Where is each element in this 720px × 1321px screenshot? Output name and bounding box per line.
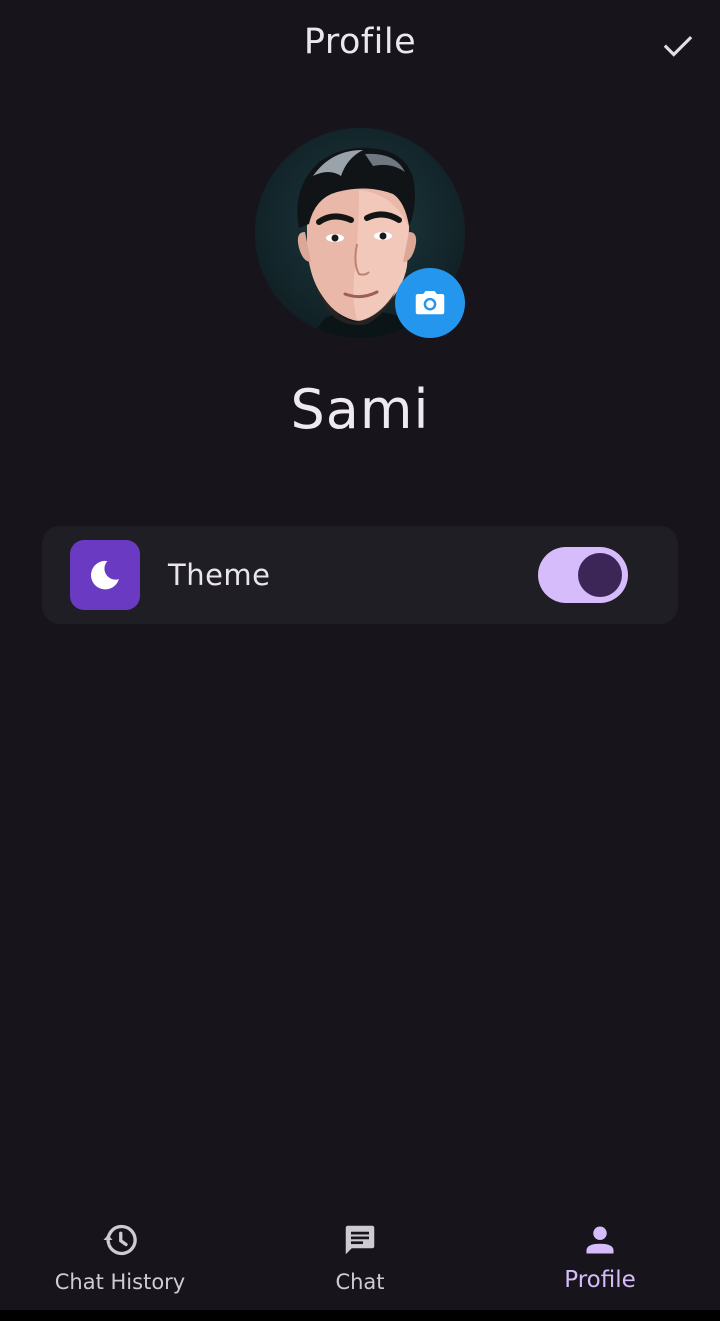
page-title: Profile	[303, 22, 417, 62]
app-bar: Profile	[0, 0, 720, 92]
nav-label-chat-history: Chat History	[54, 1270, 186, 1294]
chat-icon	[345, 1225, 375, 1255]
camera-icon	[415, 291, 445, 315]
moon-icon	[90, 560, 119, 590]
theme-label: Theme	[168, 558, 271, 592]
nav-label-profile: Profile	[564, 1267, 636, 1293]
profile-screen: Profile Sami Theme Chat History Chat Pro…	[0, 0, 720, 1321]
theme-setting-row[interactable]: Theme	[42, 526, 678, 624]
bottom-navigation: Chat History Chat Profile	[0, 1206, 720, 1310]
system-navigation-strip	[0, 1310, 720, 1321]
avatar-section	[255, 128, 465, 338]
nav-label-chat: Chat	[335, 1270, 385, 1294]
theme-toggle[interactable]	[538, 547, 628, 603]
user-name: Sami	[290, 378, 430, 441]
nav-item-chat[interactable]: Chat	[240, 1206, 480, 1310]
history-icon	[103, 1224, 137, 1256]
check-icon	[663, 36, 693, 57]
nav-item-profile[interactable]: Profile	[480, 1206, 720, 1310]
nav-item-chat-history[interactable]: Chat History	[0, 1206, 240, 1310]
theme-toggle-knob	[578, 553, 622, 597]
person-icon	[586, 1226, 614, 1254]
confirm-button[interactable]	[658, 26, 698, 66]
change-photo-button[interactable]	[395, 268, 465, 338]
theme-icon-box	[70, 540, 140, 610]
